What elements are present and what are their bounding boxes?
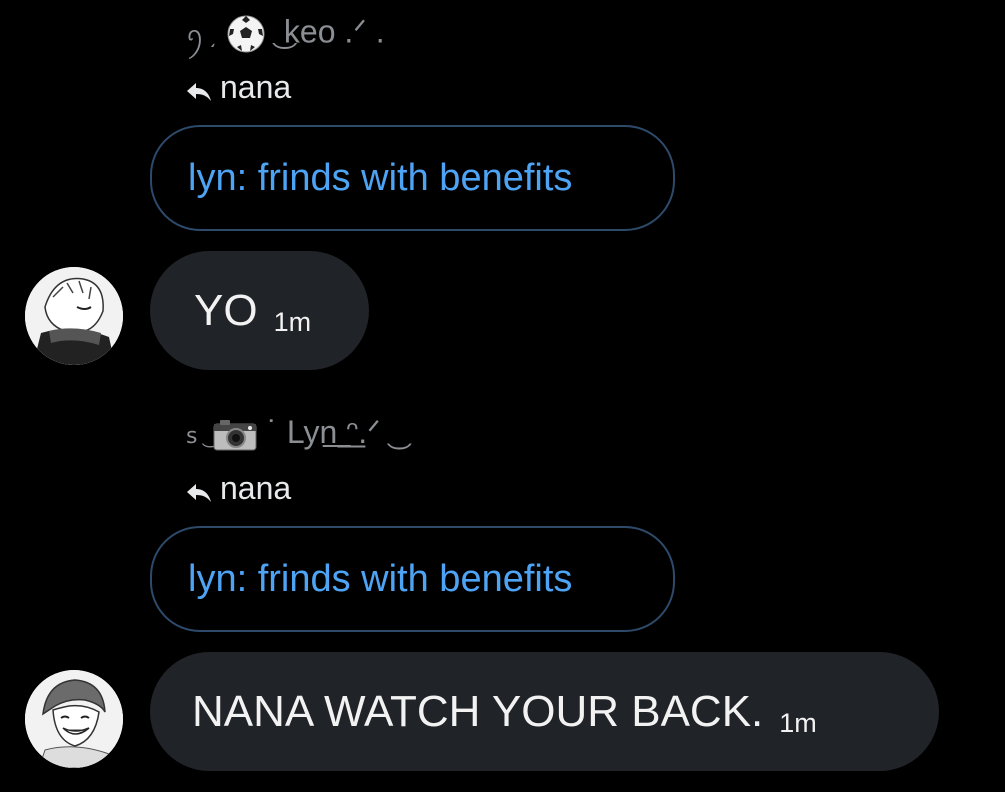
- avatar[interactable]: [25, 670, 123, 768]
- quoted-message[interactable]: lyn: frinds with benefits: [150, 125, 675, 231]
- sender-name: ꪆ ͵ ͜ keo .ᐟ .: [186, 14, 385, 54]
- message-text: NANA WATCH YOUR BACK.: [192, 686, 764, 736]
- reply-arrow-icon: [186, 477, 212, 502]
- message-bubble[interactable]: NANA WATCH YOUR BACK. 1m: [150, 652, 939, 771]
- manga-avatar-white-hair-icon: [25, 267, 123, 365]
- reply-indicator: nana: [186, 71, 291, 103]
- camera-icon: [212, 418, 258, 452]
- message-timestamp: 1m: [779, 708, 817, 738]
- reply-to-name: nana: [220, 470, 292, 506]
- message-text: YO: [194, 285, 258, 335]
- manga-avatar-smiling-icon: [25, 670, 123, 768]
- sender-name-prefix: ꪆ ͵: [186, 22, 218, 48]
- message-bubble[interactable]: YO 1m: [150, 251, 369, 370]
- quoted-message-text: lyn: frinds with benefits: [188, 557, 573, 600]
- sender-name-text: ˙ Lyn͟ ͟ᵔ.ᐟ ͜: [267, 414, 390, 450]
- soccer-ball-icon: [226, 14, 266, 54]
- sender-name-prefix: ꜱ ͜: [186, 423, 204, 448]
- reply-arrow-icon: [186, 76, 212, 101]
- quoted-message[interactable]: lyn: frinds with benefits: [150, 526, 675, 632]
- message-timestamp: 1m: [273, 307, 312, 337]
- reply-indicator: nana: [186, 472, 291, 504]
- sender-name: ꜱ ͜ ˙ Lyn͟ ͟ᵔ.ᐟ ͜: [186, 416, 390, 452]
- reply-to-name: nana: [220, 69, 292, 105]
- avatar[interactable]: [25, 267, 123, 365]
- quoted-message-text: lyn: frinds with benefits: [188, 156, 573, 199]
- sender-name-text: ͜ keo .ᐟ .: [275, 13, 385, 50]
